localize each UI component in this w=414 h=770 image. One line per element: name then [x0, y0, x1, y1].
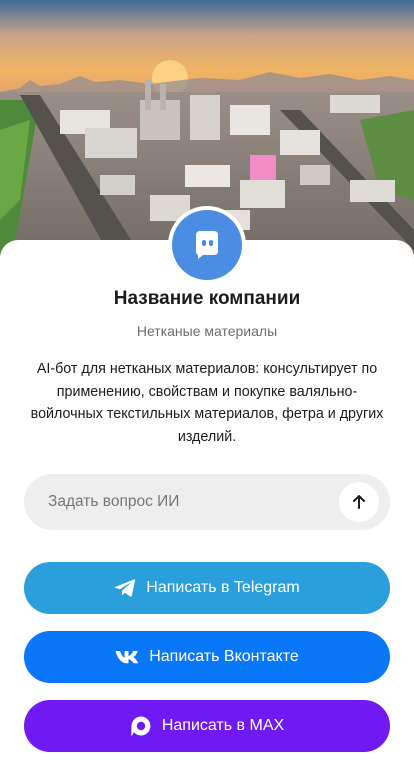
company-category: Нетканые материалы: [136, 323, 278, 339]
ask-ai-input[interactable]: [48, 474, 338, 530]
ask-ai-field: [24, 474, 390, 530]
send-button[interactable]: [339, 482, 379, 522]
telegram-button[interactable]: Написать в Telegram: [24, 562, 390, 614]
vk-button-label: Написать Вконтакте: [149, 648, 299, 665]
arrow-up-icon: [353, 495, 365, 509]
company-name: Название компании: [113, 288, 301, 309]
company-avatar: [168, 206, 246, 284]
telegram-button-label: Написать в Telegram: [146, 579, 300, 596]
max-button[interactable]: Написать в MAX: [24, 700, 390, 752]
company-description: AI-бот для нетканых материалов: консульт…: [30, 361, 384, 445]
max-icon: [131, 716, 151, 736]
chat-bot-icon: [196, 231, 218, 259]
max-button-label: Написать в MAX: [161, 717, 285, 734]
vk-icon: [115, 651, 139, 664]
telegram-icon: [114, 579, 136, 597]
vk-button[interactable]: Написать Вконтакте: [24, 631, 390, 683]
